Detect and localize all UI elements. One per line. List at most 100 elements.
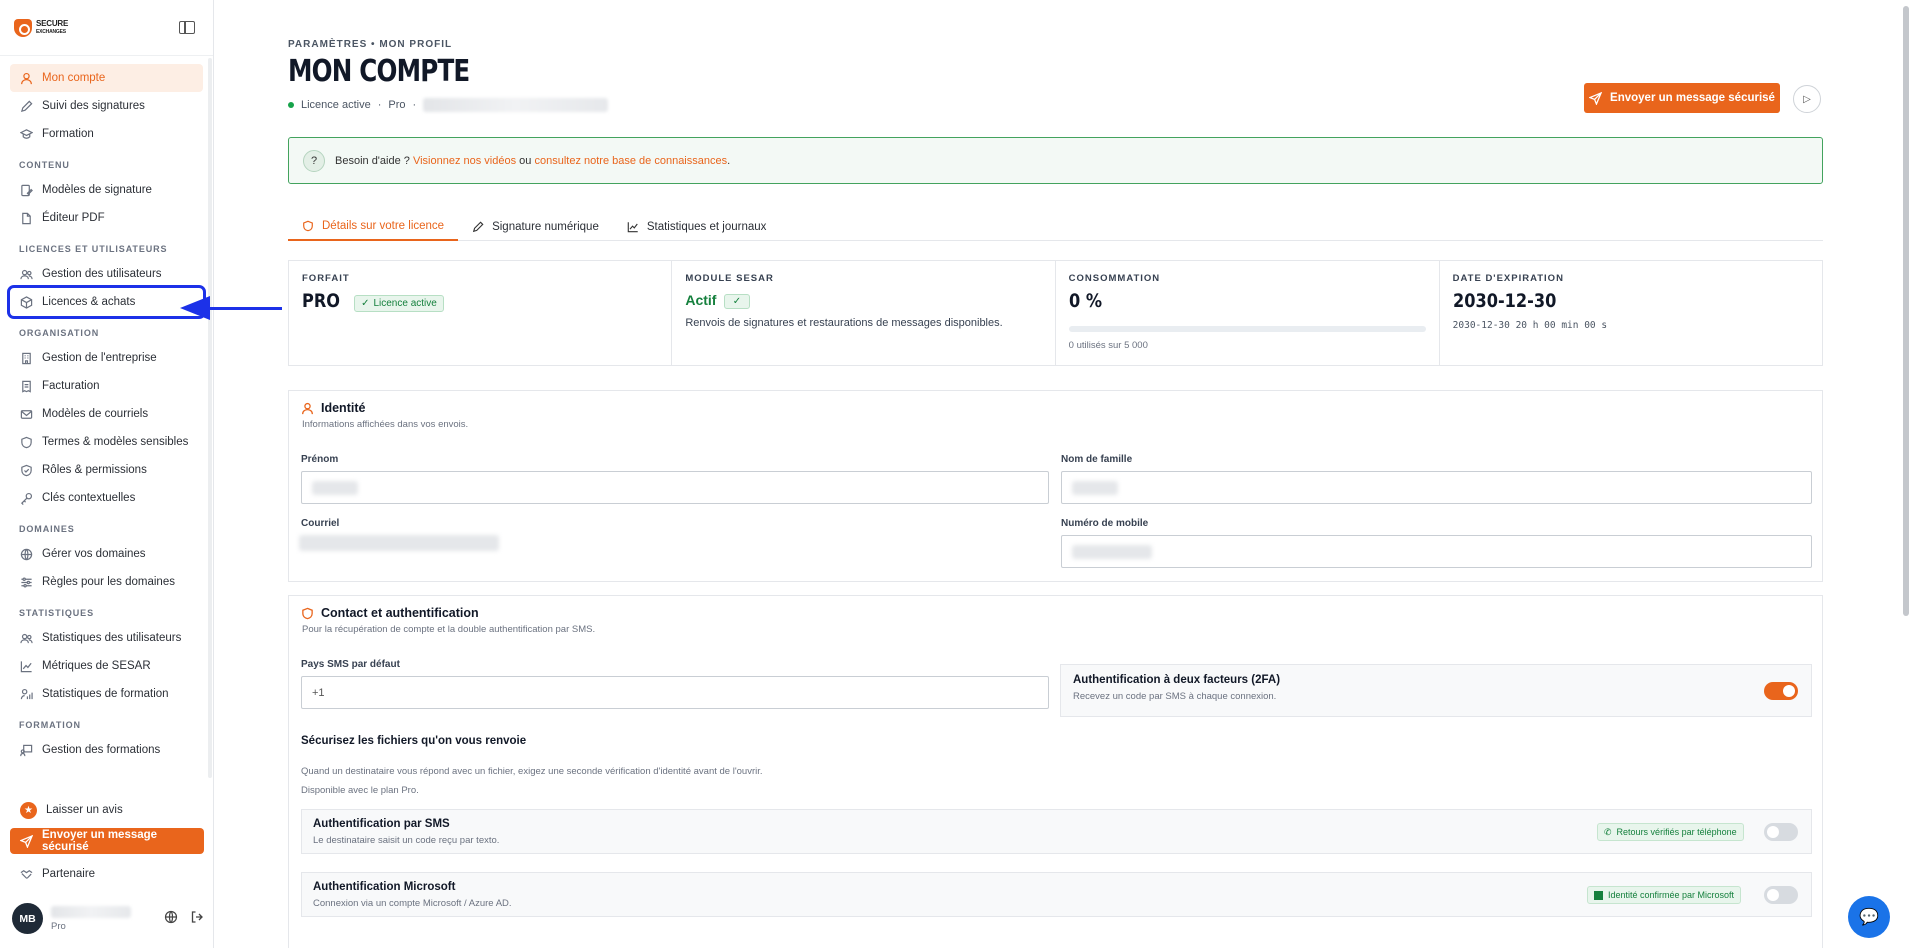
- sidebar-item-label: Statistiques de formation: [42, 688, 169, 700]
- section-heading-domaines: DOMAINES: [19, 524, 75, 534]
- stat-consommation: CONSOMMATION 0 % 0 utilisés sur 5 000: [1056, 261, 1440, 365]
- sidebar-collapse-icon[interactable]: [179, 21, 195, 34]
- sidebar-item-label: Rôles & permissions: [42, 464, 147, 476]
- sidebar-footer: ★ Laisser un avis Envoyer un message séc…: [0, 796, 214, 888]
- sidebar-item-mon-compte[interactable]: Mon compte: [10, 64, 203, 92]
- breadcrumb: PARAMÈTRES • MON PROFIL: [288, 39, 453, 50]
- sidebar-item-licences-achats[interactable]: Licences & achats: [7, 285, 206, 319]
- sidebar-item-label: Modèles de signature: [42, 184, 152, 196]
- sidebar-item-stats-formation[interactable]: Statistiques de formation: [10, 680, 203, 708]
- app-window: SECURE EXCHANGES Mon compte Suivi des sig…: [0, 0, 1912, 948]
- building-icon: [20, 352, 33, 365]
- sidebar-header: SECURE EXCHANGES: [0, 0, 213, 56]
- help-prefix: Besoin d'aide ?: [335, 154, 410, 167]
- sidebar-item-facturation[interactable]: Facturation: [10, 372, 203, 400]
- tab-label: Statistiques et journaux: [646, 220, 767, 233]
- shield-icon: [20, 436, 33, 449]
- sesar-description: Renvois de signatures et restaurations d…: [685, 317, 1003, 330]
- ms-auth-toggle[interactable]: [1764, 886, 1798, 904]
- user-profile: MB Pro: [12, 903, 204, 934]
- play-video-button[interactable]: ▷: [1793, 85, 1821, 113]
- sidebar-item-label: Suivi des signatures: [42, 100, 145, 112]
- handshake-icon: [20, 868, 33, 881]
- sms-auth-badge-label: Retours vérifiés par téléphone: [1616, 827, 1737, 837]
- sidebar-item-stats-utilisateurs[interactable]: Statistiques des utilisateurs: [10, 624, 203, 652]
- line-chart-icon: [20, 660, 33, 673]
- mobile-input[interactable]: [1061, 535, 1812, 568]
- sidebar-item-editeur-pdf[interactable]: Éditeur PDF: [10, 204, 203, 232]
- send-secure-message-label: Envoyer un message sécurisé: [1610, 92, 1775, 104]
- globe-language-icon[interactable]: [164, 910, 178, 927]
- sidebar-item-label: Règles pour les domaines: [42, 576, 175, 588]
- sidebar-item-gestion-entreprise[interactable]: Gestion de l'entreprise: [10, 344, 203, 372]
- email-value-redacted: [299, 535, 499, 551]
- sidebar-item-regles-domaines[interactable]: Règles pour les domaines: [10, 568, 203, 596]
- user-plan: Pro: [51, 920, 66, 932]
- twofa-toggle[interactable]: [1764, 682, 1798, 700]
- sidebar-scrollbar[interactable]: [208, 58, 212, 778]
- sidebar-item-gestion-formations[interactable]: Gestion des formations: [10, 736, 203, 764]
- sidebar-item-formation[interactable]: Formation: [10, 120, 203, 148]
- email-label: Courriel: [301, 518, 340, 529]
- firstname-input[interactable]: [301, 471, 1049, 504]
- sidebar-item-termes-sensibles[interactable]: Termes & modèles sensibles: [10, 428, 203, 456]
- sidebar-nav: Mon compte Suivi des signatures Formatio…: [0, 58, 206, 780]
- sidebar-item-modeles-signature[interactable]: Modèles de signature: [10, 176, 203, 204]
- sidebar-item-label: Métriques de SESAR: [42, 660, 151, 672]
- sidebar-item-gerer-domaines[interactable]: Gérer vos domaines: [10, 540, 203, 568]
- annotation-arrow-line: [208, 307, 282, 310]
- status-badge-label: Licence active: [373, 298, 437, 310]
- send-secure-message-button[interactable]: Envoyer un message sécurisé: [1584, 83, 1780, 113]
- leave-review-button[interactable]: ★ Laisser un avis: [10, 796, 204, 824]
- contact-subtitle: Pour la récupération de compte et la dou…: [302, 624, 596, 635]
- secure-files-plan: Disponible avec le plan Pro.: [301, 785, 419, 796]
- sms-auth-toggle[interactable]: [1764, 823, 1798, 841]
- consumption-value: 0 %: [1068, 290, 1102, 312]
- page-scrollbar-thumb[interactable]: [1903, 6, 1909, 616]
- sidebar-item-label: Gestion des formations: [42, 744, 161, 756]
- page-scrollbar[interactable]: [1900, 0, 1912, 948]
- partner-label: Partenaire: [42, 868, 96, 880]
- contact-auth-card: Contact et authentification Pour la récu…: [288, 595, 1823, 948]
- identity-card: Identité Informations affichées dans vos…: [288, 390, 1823, 582]
- videos-link[interactable]: Visionnez nos vidéos: [413, 155, 516, 167]
- pen-icon: [472, 220, 484, 232]
- sidebar-item-partenaire[interactable]: Partenaire: [10, 860, 204, 888]
- sidebar-item-suivi-signatures[interactable]: Suivi des signatures: [10, 92, 203, 120]
- users-icon: [20, 632, 33, 645]
- sidebar-item-roles-permissions[interactable]: Rôles & permissions: [10, 456, 203, 484]
- identity-subtitle: Informations affichées dans vos envois.: [302, 419, 469, 430]
- sidebar-item-cles-contextuelles[interactable]: Clés contextuelles: [10, 484, 203, 512]
- sidebar-send-secure-message-button[interactable]: Envoyer un message sécurisé: [10, 828, 204, 854]
- sidebar-item-metriques-sesar[interactable]: Métriques de SESAR: [10, 652, 203, 680]
- lastname-input[interactable]: [1061, 471, 1812, 504]
- logout-icon[interactable]: [190, 910, 204, 927]
- tab-bar: Détails sur votre licence Signature numé…: [288, 212, 1823, 241]
- knowledge-base-link[interactable]: consultez notre base de connaissances: [534, 155, 727, 167]
- chat-support-button[interactable]: 💬: [1848, 896, 1890, 938]
- twofa-subtitle: Recevez un code par SMS à chaque connexi…: [1073, 691, 1277, 702]
- account-meta: Licence active · Pro ·: [288, 98, 609, 112]
- sidebar-item-modeles-courriels[interactable]: Modèles de courriels: [10, 400, 203, 428]
- avatar[interactable]: MB: [12, 903, 43, 934]
- logo-text-bottom: EXCHANGES: [36, 28, 66, 35]
- sidebar-item-label: Éditeur PDF: [42, 212, 105, 224]
- user-icon: [302, 402, 313, 414]
- sidebar-item-gestion-utilisateurs[interactable]: Gestion des utilisateurs: [10, 260, 203, 288]
- sidebar-item-label: Mon compte: [42, 72, 106, 84]
- meta-separator: ·: [412, 99, 417, 111]
- expiration-countdown: 2030-12-30 20 h 00 min 00 s: [1452, 320, 1608, 331]
- plan-value: PRO: [302, 290, 341, 312]
- logo[interactable]: SECURE EXCHANGES: [14, 18, 68, 37]
- mobile-redacted: [1072, 544, 1152, 559]
- sms-country-input[interactable]: +1: [301, 676, 1049, 709]
- sidebar-item-label: Gestion de l'entreprise: [42, 352, 157, 364]
- sms-auth-badge: ✆ Retours vérifiés par téléphone: [1597, 823, 1744, 841]
- tab-license-details[interactable]: Détails sur votre licence: [288, 212, 459, 241]
- line-chart-icon: [627, 221, 638, 232]
- users-icon: [20, 268, 33, 281]
- sms-auth-title: Authentification par SMS: [313, 818, 450, 830]
- tab-digital-signature[interactable]: Signature numérique: [458, 212, 613, 241]
- sidebar-item-label: Gérer vos domaines: [42, 548, 146, 560]
- tab-stats-logs[interactable]: Statistiques et journaux: [613, 212, 781, 241]
